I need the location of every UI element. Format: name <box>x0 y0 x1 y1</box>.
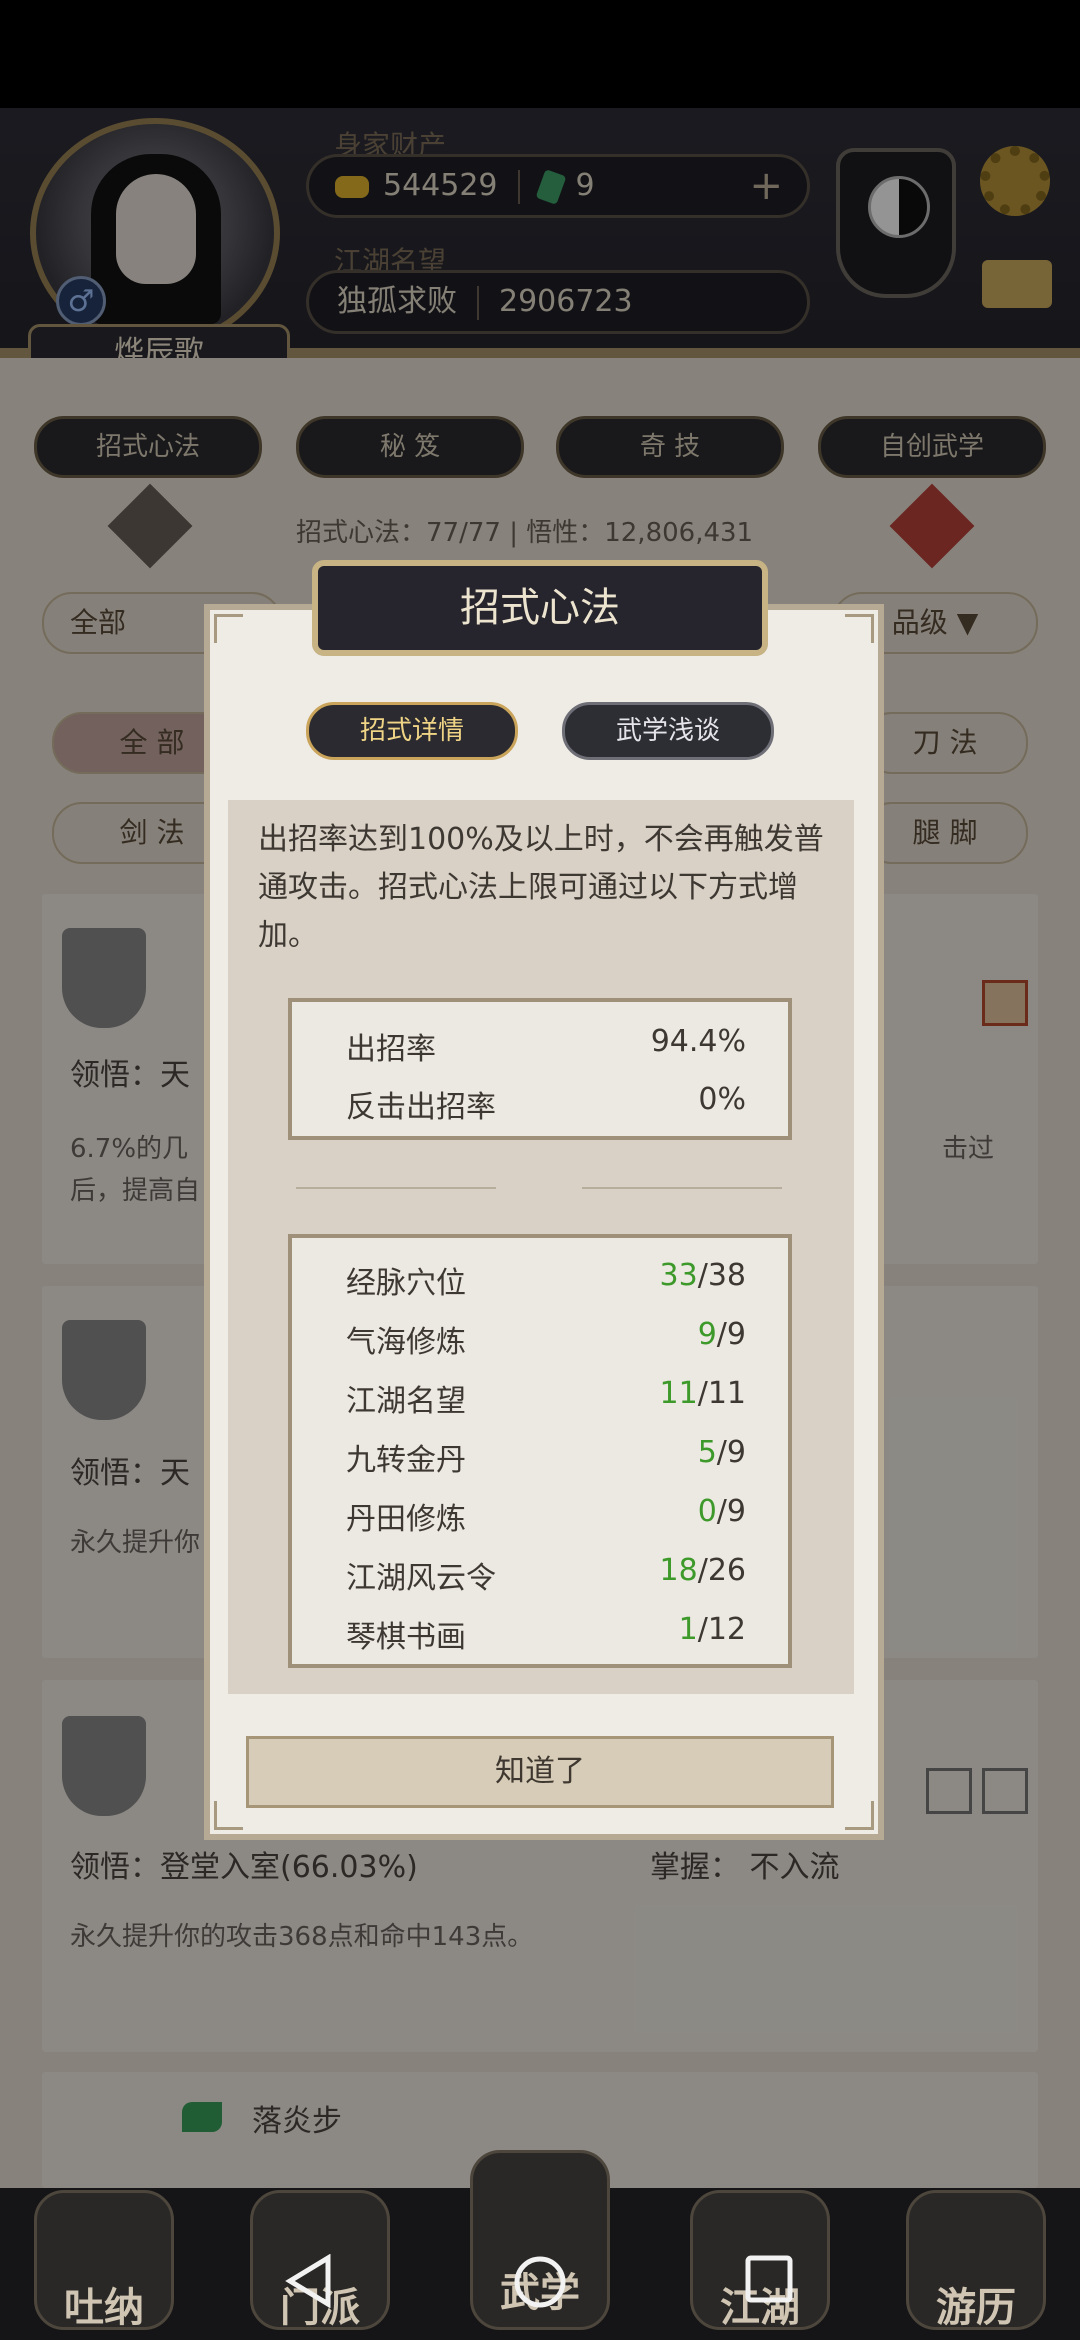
rate-value: 0% <box>698 1082 746 1117</box>
source-label: 气海修炼 <box>346 1325 466 1360</box>
source-row: 江湖风云令 18/26 <box>346 1553 746 1596</box>
source-row: 丹田修炼 0/9 <box>346 1494 746 1537</box>
got-it-button[interactable]: 知道了 <box>246 1736 834 1808</box>
source-max: /9 <box>716 1494 746 1529</box>
source-current: 9 <box>697 1317 717 1352</box>
ornament-divider <box>296 1187 782 1189</box>
source-current: 11 <box>659 1376 698 1411</box>
nav-travel[interactable]: 游历 <box>906 2190 1046 2330</box>
tab-martial-talk[interactable]: 武学浅谈 <box>562 702 774 760</box>
source-label: 江湖风云令 <box>346 1561 496 1596</box>
source-max: /26 <box>697 1553 746 1588</box>
source-row: 江湖名望 11/11 <box>346 1376 746 1419</box>
home-icon[interactable] <box>512 2254 568 2310</box>
source-current: 5 <box>697 1435 717 1470</box>
source-row: 九转金丹 5/9 <box>346 1435 746 1478</box>
source-max: /9 <box>716 1317 746 1352</box>
source-max: /9 <box>716 1435 746 1470</box>
rate-box: 出招率 94.4% 反击出招率 0% <box>288 998 792 1140</box>
rate-label: 反击出招率 <box>346 1090 496 1125</box>
sources-box: 经脉穴位 33/38 气海修炼 9/9 江湖名望 11/11 九转金丹 5/9 … <box>288 1234 792 1668</box>
source-current: 1 <box>678 1612 698 1647</box>
source-label: 经脉穴位 <box>346 1266 466 1301</box>
rate-label: 出招率 <box>346 1032 436 1067</box>
source-label: 江湖名望 <box>346 1384 466 1419</box>
rate-row: 反击出招率 0% <box>346 1082 746 1125</box>
recents-icon[interactable] <box>744 2254 794 2304</box>
tab-move-details[interactable]: 招式详情 <box>306 702 518 760</box>
dialog-title: 招式心法 <box>312 560 768 656</box>
source-row: 经脉穴位 33/38 <box>346 1258 746 1301</box>
nav-breathing[interactable]: 吐纳 <box>34 2190 174 2330</box>
rate-value: 94.4% <box>650 1024 746 1059</box>
source-row: 气海修炼 9/9 <box>346 1317 746 1360</box>
source-label: 九转金丹 <box>346 1443 466 1478</box>
source-max: /38 <box>697 1258 746 1293</box>
source-max: /12 <box>697 1612 746 1647</box>
source-current: 0 <box>697 1494 717 1529</box>
source-label: 丹田修炼 <box>346 1502 466 1537</box>
source-row: 琴棋书画 1/12 <box>346 1612 746 1655</box>
source-label: 琴棋书画 <box>346 1620 466 1655</box>
source-current: 18 <box>659 1553 698 1588</box>
dialog-description: 出招率达到100%及以上时，不会再触发普通攻击。招式心法上限可通过以下方式增加。 <box>258 822 824 953</box>
rate-row: 出招率 94.4% <box>346 1024 746 1067</box>
source-current: 33 <box>659 1258 698 1293</box>
source-max: /11 <box>697 1376 746 1411</box>
status-bar <box>0 0 1080 108</box>
back-icon[interactable] <box>284 2254 334 2308</box>
